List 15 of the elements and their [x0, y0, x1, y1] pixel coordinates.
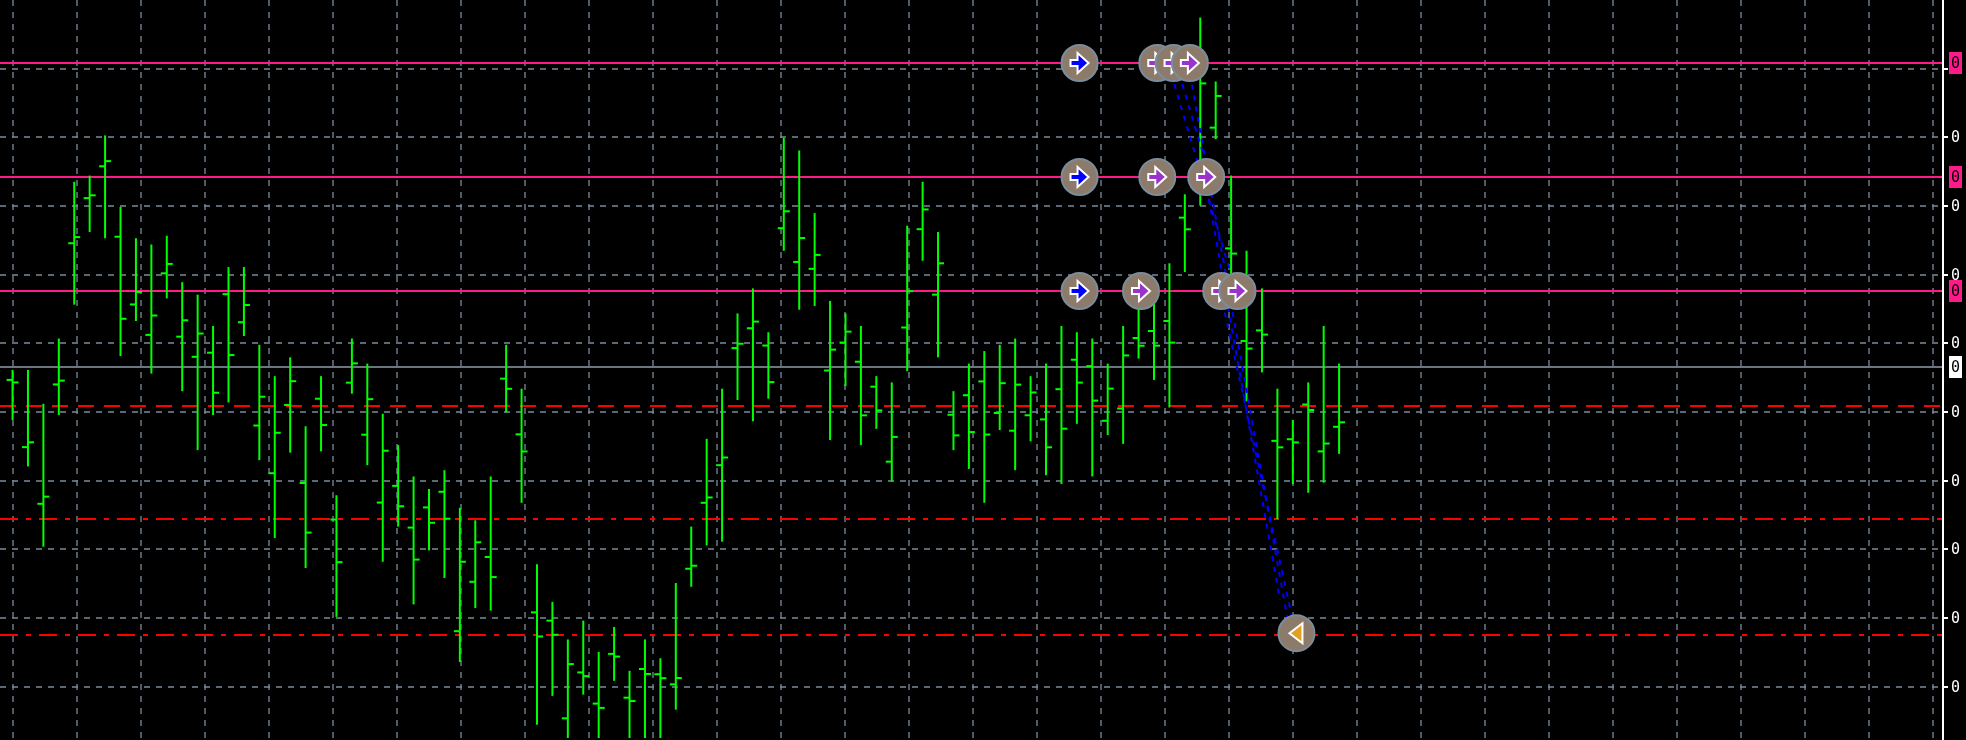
level-price-label: 0 — [1949, 280, 1963, 302]
price-label: 0 — [1950, 608, 1962, 629]
arrow-marker-icon — [1187, 158, 1226, 196]
price-label: 0 — [1950, 677, 1962, 698]
price-label: 0 — [1950, 539, 1962, 560]
price-label: 0 — [1950, 127, 1962, 148]
current-price-label: 0 — [1949, 356, 1963, 378]
price-label: 0 — [1950, 196, 1962, 217]
level-price-label: 0 — [1949, 166, 1963, 188]
level-price-label: 0 — [1949, 52, 1963, 74]
arrow-marker-icon — [1170, 44, 1209, 82]
price-label: 0 — [1950, 402, 1962, 423]
price-label: 0 — [1950, 471, 1962, 492]
price-label: 0 — [1950, 333, 1962, 354]
arrow-marker-icon — [1060, 158, 1099, 196]
